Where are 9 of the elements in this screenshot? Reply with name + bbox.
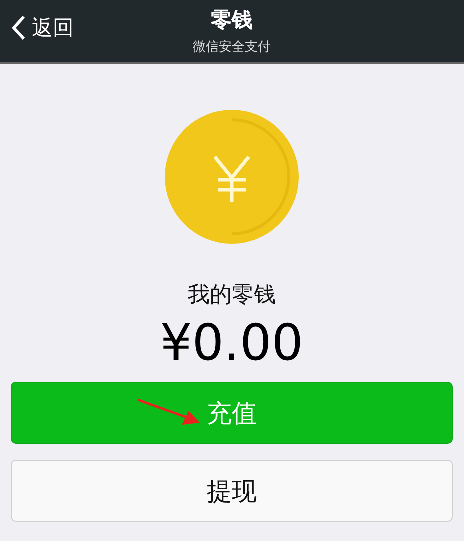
arrow-drawing	[136, 398, 202, 428]
balance-label: 我的零钱	[188, 282, 276, 310]
back-button[interactable]: 返回	[12, 14, 74, 42]
balance-amount: ¥0.00	[160, 314, 304, 372]
back-icon	[12, 15, 26, 41]
coin-icon	[165, 110, 299, 244]
nav-title: 零钱	[211, 7, 253, 34]
withdraw-button[interactable]: 提现	[11, 460, 453, 522]
nav-subtitle: 微信安全支付	[193, 39, 271, 56]
